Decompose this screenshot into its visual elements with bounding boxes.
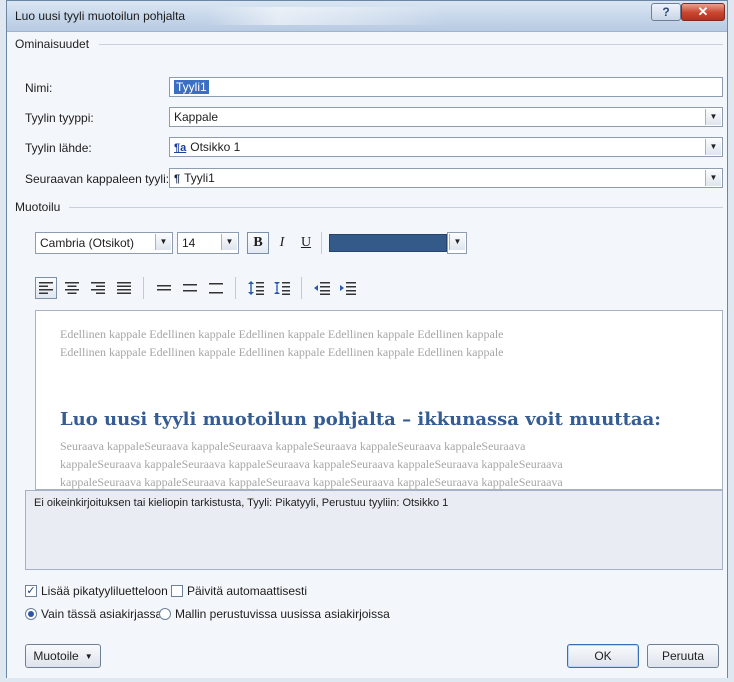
new-documents-label: Mallin perustuvissa uusissa asiakirjoiss… <box>175 607 390 621</box>
single-spacing-icon <box>157 285 171 291</box>
title-bar: Luo uusi tyyli muotoilun pohjalta ? ✕ <box>7 1 727 32</box>
increase-spacing-button[interactable] <box>245 277 267 299</box>
preview-previous-paragraph-line: Edellinen kappale Edellinen kappale Edel… <box>60 345 504 359</box>
align-right-icon <box>91 282 105 294</box>
close-icon: ✕ <box>697 4 709 19</box>
font-color-dropdown[interactable]: ▼ <box>447 232 467 254</box>
dialog-content: Ominaisuudet Nimi: Tyyli1 Tyylin tyyppi:… <box>7 32 727 678</box>
chevron-down-icon[interactable]: ▼ <box>449 234 465 250</box>
justify-button[interactable] <box>113 277 135 299</box>
window-title: Luo uusi tyyli muotoilun pohjalta <box>15 9 186 23</box>
auto-update-option[interactable]: Päivitä automaattisesti <box>171 584 307 598</box>
align-left-button[interactable] <box>35 277 57 299</box>
preview-following-paragraph-line: kappaleSeuraava kappaleSeuraava kappaleS… <box>60 475 563 489</box>
align-center-button[interactable] <box>61 277 83 299</box>
close-button[interactable]: ✕ <box>681 3 725 21</box>
increase-indent-icon <box>340 282 356 295</box>
based-on-value: Otsikko 1 <box>190 140 241 154</box>
only-this-document-radio[interactable] <box>25 608 37 620</box>
preview-following-paragraph-line: kappaleSeuraava kappaleSeuraava kappaleS… <box>60 457 563 471</box>
toolbar-separator <box>235 277 236 299</box>
only-this-document-option[interactable]: Vain tässä asiakirjassa <box>25 607 162 621</box>
single-spacing-button[interactable] <box>153 277 175 299</box>
style-type-select[interactable]: Kappale ▼ <box>169 107 723 127</box>
double-spacing-button[interactable] <box>205 277 227 299</box>
properties-divider <box>99 44 723 45</box>
format-button[interactable]: Muotoile ▼ <box>25 644 101 668</box>
preview-previous-paragraph-line: Edellinen kappale Edellinen kappale Edel… <box>60 327 504 341</box>
font-size-value: 14 <box>182 236 196 250</box>
cancel-button[interactable]: Peruuta <box>647 644 719 668</box>
style-description: Ei oikeinkirjoituksen tai kieliopin tark… <box>25 490 723 570</box>
preview-following-paragraph-line: Seuraava kappaleSeuraava kappaleSeuraava… <box>60 439 526 453</box>
format-button-label: Muotoile <box>33 649 79 663</box>
add-quick-styles-option[interactable]: ✓ Lisää pikatyyliluetteloon <box>25 584 168 598</box>
bold-button[interactable]: B <box>247 232 269 254</box>
toolbar-separator <box>301 277 302 299</box>
help-icon: ? <box>662 5 670 19</box>
preview-heading: Luo uusi tyyli muotoilun pohjalta – ikku… <box>60 409 661 430</box>
style-preview: Edellinen kappale Edellinen kappale Edel… <box>35 310 723 490</box>
chevron-down-icon[interactable]: ▼ <box>221 234 237 250</box>
toolbar-separator <box>321 232 322 254</box>
name-label: Nimi: <box>25 81 53 95</box>
chevron-down-icon[interactable]: ▼ <box>705 170 721 186</box>
decrease-indent-button[interactable] <box>311 277 333 299</box>
toolbar-separator <box>143 277 144 299</box>
properties-group-label: Ominaisuudet <box>15 37 90 51</box>
ok-button[interactable]: OK <box>567 644 639 668</box>
paragraph-icon: ¶ <box>174 173 181 185</box>
next-style-select[interactable]: ¶ Tyyli1 ▼ <box>169 168 723 188</box>
heading-style-icon: ¶a <box>174 142 187 154</box>
align-left-icon <box>39 282 53 294</box>
decrease-spacing-icon <box>274 282 290 295</box>
based-on-select[interactable]: ¶a Otsikko 1 ▼ <box>169 137 723 157</box>
style-type-value: Kappale <box>174 110 219 124</box>
chevron-down-icon: ▼ <box>84 651 93 661</box>
add-quick-styles-label: Lisää pikatyyliluetteloon <box>41 584 168 598</box>
formatting-group-label: Muotoilu <box>15 200 61 214</box>
name-input[interactable]: Tyyli1 <box>169 77 723 97</box>
double-spacing-icon <box>209 283 223 294</box>
chevron-down-icon[interactable]: ▼ <box>705 109 721 125</box>
name-value: Tyyli1 <box>174 80 209 94</box>
one-half-spacing-button[interactable] <box>179 277 201 299</box>
italic-button[interactable]: I <box>271 232 293 254</box>
justify-icon <box>117 282 131 294</box>
only-this-document-label: Vain tässä asiakirjassa <box>41 607 163 621</box>
increase-spacing-icon <box>248 281 264 295</box>
next-style-label: Seuraavan kappaleen tyyli: <box>25 172 170 186</box>
font-color-swatch[interactable] <box>329 234 447 252</box>
font-value: Cambria (Otsikot) <box>40 236 135 250</box>
new-documents-option[interactable]: Mallin perustuvissa uusissa asiakirjoiss… <box>159 607 390 621</box>
auto-update-label: Päivitä automaattisesti <box>187 584 308 598</box>
title-bar-glass <box>207 7 447 25</box>
add-quick-styles-checkbox[interactable]: ✓ <box>25 585 37 597</box>
font-select[interactable]: Cambria (Otsikot) ▼ <box>35 232 173 254</box>
one-half-spacing-icon <box>183 284 197 292</box>
chevron-down-icon[interactable]: ▼ <box>705 139 721 155</box>
font-size-select[interactable]: 14 ▼ <box>177 232 239 254</box>
auto-update-checkbox[interactable] <box>171 585 183 597</box>
decrease-spacing-button[interactable] <box>271 277 293 299</box>
next-style-value: Tyyli1 <box>184 171 215 185</box>
create-style-dialog: Luo uusi tyyli muotoilun pohjalta ? ✕ Om… <box>6 0 728 678</box>
align-center-icon <box>65 282 79 294</box>
increase-indent-button[interactable] <box>337 277 359 299</box>
underline-button[interactable]: U <box>295 232 317 254</box>
formatting-divider <box>69 207 723 208</box>
align-right-button[interactable] <box>87 277 109 299</box>
style-type-label: Tyylin tyyppi: <box>25 111 94 125</box>
based-on-label: Tyylin lähde: <box>25 141 92 155</box>
new-documents-radio[interactable] <box>159 608 171 620</box>
decrease-indent-icon <box>314 282 330 295</box>
help-button[interactable]: ? <box>651 3 681 21</box>
chevron-down-icon[interactable]: ▼ <box>155 234 171 250</box>
